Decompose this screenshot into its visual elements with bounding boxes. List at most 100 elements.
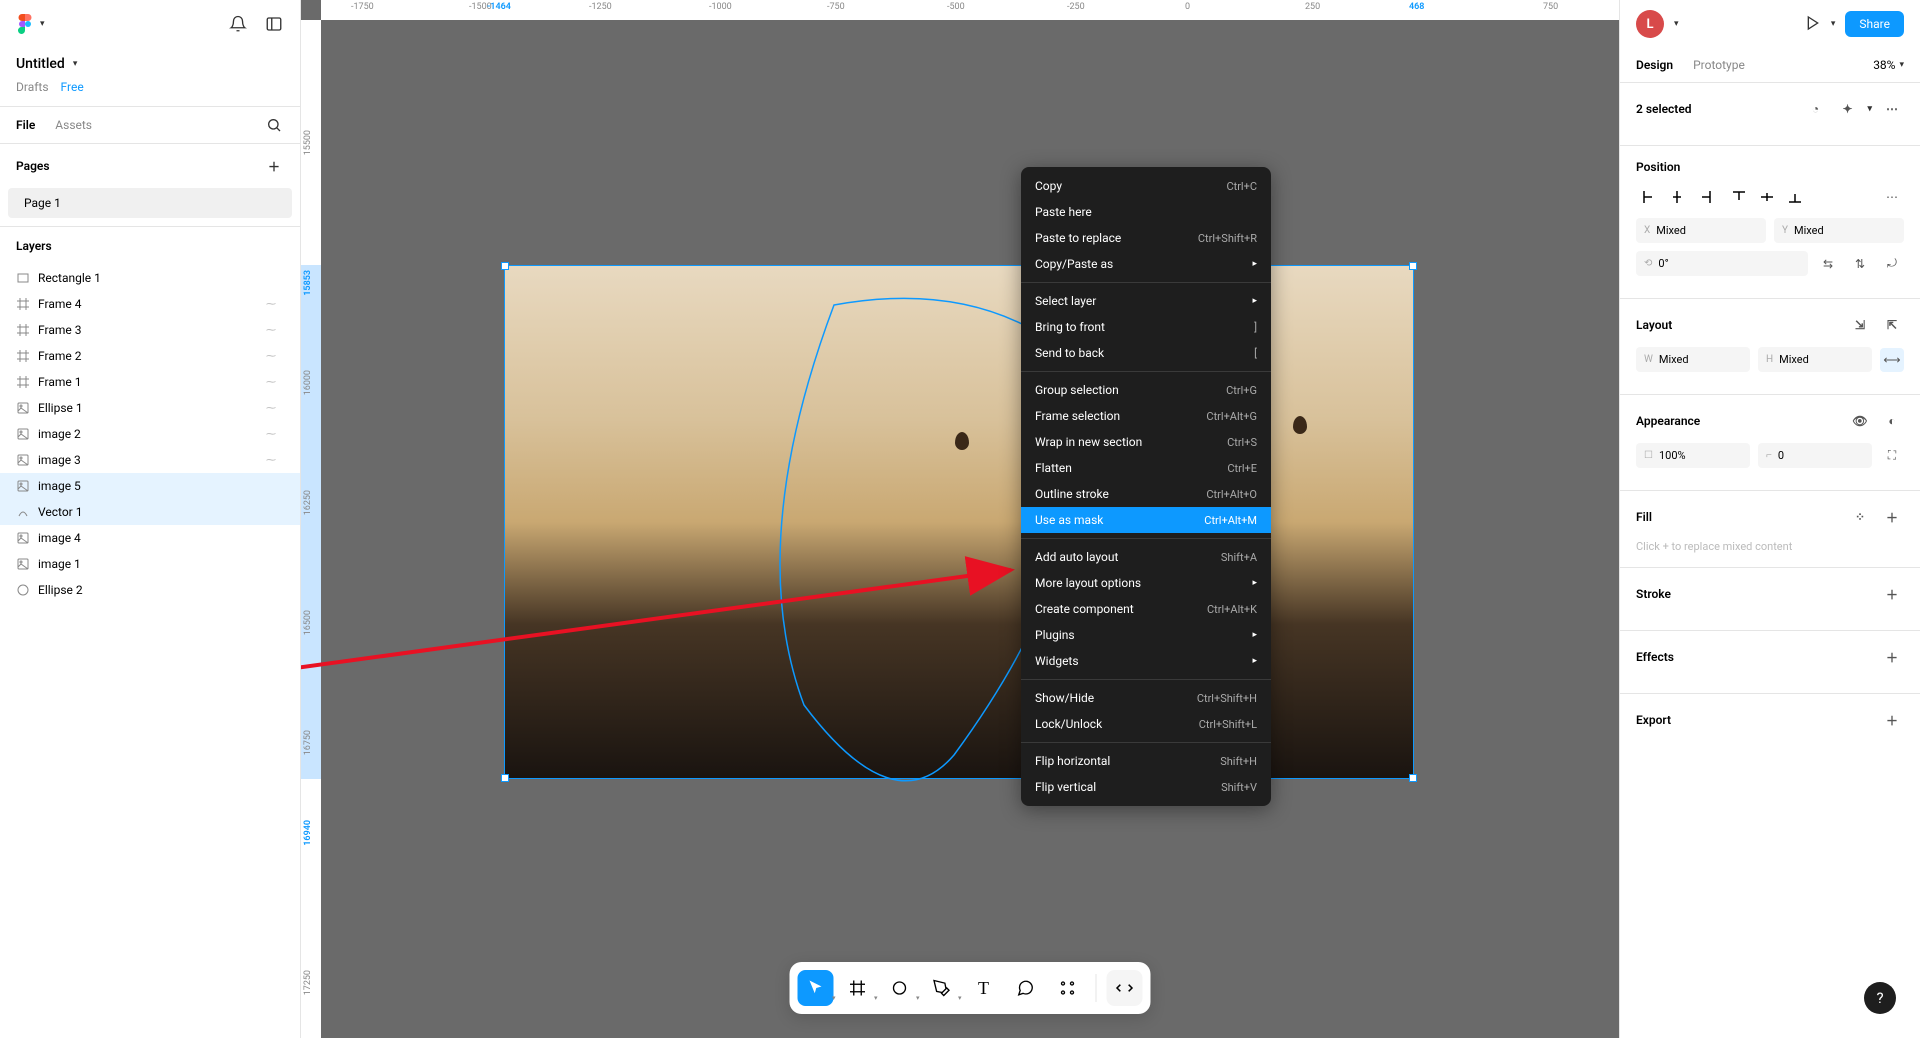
hidden-icon[interactable]: ⁓: [266, 325, 284, 336]
menu-item[interactable]: Lock/UnlockCtrl+Shift+L: [1021, 711, 1271, 737]
selected-image[interactable]: [504, 265, 1414, 779]
align-hcenter-icon[interactable]: [1664, 184, 1690, 210]
layer-item[interactable]: Rectangle 1: [0, 265, 300, 291]
menu-item[interactable]: Add auto layoutShift+A: [1021, 544, 1271, 570]
layer-item[interactable]: image 2 ⁓: [0, 421, 300, 447]
breadcrumb-drafts[interactable]: Drafts: [16, 80, 49, 94]
menu-item[interactable]: Plugins▸: [1021, 622, 1271, 648]
chevron-down-icon[interactable]: ▾: [958, 994, 962, 1002]
chevron-down-icon[interactable]: ▾: [1867, 104, 1872, 114]
flip-h-icon[interactable]: ⇆: [1816, 252, 1840, 276]
rotate-icon[interactable]: ⤾: [1880, 252, 1904, 276]
page-item[interactable]: Page 1: [8, 188, 292, 218]
h-field[interactable]: HMixed: [1758, 347, 1872, 372]
menu-item[interactable]: Wrap in new sectionCtrl+S: [1021, 429, 1271, 455]
rotation-field[interactable]: ⟲0°: [1636, 251, 1808, 276]
panel-toggle-icon[interactable]: [264, 14, 284, 34]
menu-item[interactable]: Show/HideCtrl+Shift+H: [1021, 685, 1271, 711]
component-icon[interactable]: ✦: [1835, 97, 1859, 121]
chevron-down-icon[interactable]: ▾: [1674, 19, 1679, 29]
hidden-icon[interactable]: ⁓: [266, 377, 284, 388]
canvas[interactable]: -1750-1500-1464-1250-1000-750-500-250025…: [301, 0, 1619, 1038]
blend-icon[interactable]: ◐: [1880, 409, 1904, 433]
menu-item[interactable]: Outline strokeCtrl+Alt+O: [1021, 481, 1271, 507]
search-icon[interactable]: [264, 115, 284, 135]
file-title-row[interactable]: Untitled ▾: [0, 48, 300, 80]
chevron-down-icon[interactable]: ▾: [874, 994, 878, 1002]
align-right-icon[interactable]: [1692, 184, 1718, 210]
styles-icon[interactable]: ⁘: [1848, 505, 1872, 529]
tab-design[interactable]: Design: [1636, 48, 1673, 82]
hidden-icon[interactable]: ⁓: [266, 455, 284, 466]
move-tool[interactable]: ▾: [798, 970, 834, 1006]
more-icon[interactable]: ⋯: [1880, 97, 1904, 121]
menu-item[interactable]: Send to back[: [1021, 340, 1271, 366]
hidden-icon[interactable]: ⁓: [266, 403, 284, 414]
menu-item[interactable]: CopyCtrl+C: [1021, 173, 1271, 199]
frame-tool[interactable]: ▾: [840, 970, 876, 1006]
tab-assets[interactable]: Assets: [55, 118, 92, 132]
layer-item[interactable]: image 4: [0, 525, 300, 551]
menu-item[interactable]: Flip horizontalShift+H: [1021, 748, 1271, 774]
menu-item[interactable]: Select layer▸: [1021, 288, 1271, 314]
w-field[interactable]: WMixed: [1636, 347, 1750, 372]
constrain-icon[interactable]: ⟷: [1880, 348, 1904, 372]
menu-item[interactable]: Flip verticalShift+V: [1021, 774, 1271, 800]
menu-item[interactable]: Paste to replaceCtrl+Shift+R: [1021, 225, 1271, 251]
corner-field[interactable]: ⌐0: [1758, 443, 1872, 468]
layer-item[interactable]: Ellipse 2: [0, 577, 300, 603]
shape-tool[interactable]: ▾: [882, 970, 918, 1006]
align-top-icon[interactable]: [1726, 184, 1752, 210]
notifications-icon[interactable]: [228, 14, 248, 34]
independent-corners-icon[interactable]: ⛶: [1880, 444, 1904, 468]
help-button[interactable]: ?: [1864, 982, 1896, 1014]
layer-item[interactable]: Frame 2 ⁓: [0, 343, 300, 369]
align-left-icon[interactable]: [1636, 184, 1662, 210]
add-fill-icon[interactable]: ＋: [1880, 505, 1904, 529]
menu-item[interactable]: Frame selectionCtrl+Alt+G: [1021, 403, 1271, 429]
comment-tool[interactable]: [1008, 970, 1044, 1006]
add-stroke-icon[interactable]: ＋: [1880, 582, 1904, 606]
menu-item[interactable]: More layout options▸: [1021, 570, 1271, 596]
layer-item[interactable]: image 3 ⁓: [0, 447, 300, 473]
flip-v-icon[interactable]: ⇅: [1848, 252, 1872, 276]
layer-item[interactable]: image 1: [0, 551, 300, 577]
tab-prototype[interactable]: Prototype: [1693, 48, 1745, 82]
layer-item[interactable]: Vector 1: [0, 499, 300, 525]
menu-item[interactable]: Create componentCtrl+Alt+K: [1021, 596, 1271, 622]
add-export-icon[interactable]: ＋: [1880, 708, 1904, 732]
context-menu[interactable]: CopyCtrl+CPaste herePaste to replaceCtrl…: [1021, 167, 1271, 806]
tab-file[interactable]: File: [16, 118, 35, 132]
zoom-control[interactable]: 38% ▾: [1873, 58, 1904, 72]
autolayout-v-icon[interactable]: ⇱: [1880, 313, 1904, 337]
text-tool[interactable]: T: [966, 970, 1002, 1006]
autolayout-h-icon[interactable]: ⇲: [1848, 313, 1872, 337]
avatar[interactable]: L: [1636, 10, 1664, 38]
menu-item[interactable]: FlattenCtrl+E: [1021, 455, 1271, 481]
align-vcenter-icon[interactable]: [1754, 184, 1780, 210]
menu-item[interactable]: Widgets▸: [1021, 648, 1271, 674]
actions-tool[interactable]: [1050, 970, 1086, 1006]
menu-item[interactable]: Group selectionCtrl+G: [1021, 377, 1271, 403]
resize-handle[interactable]: [501, 262, 509, 270]
visibility-icon[interactable]: 👁: [1848, 409, 1872, 433]
resize-handle[interactable]: [1409, 774, 1417, 782]
menu-item[interactable]: Use as maskCtrl+Alt+M: [1021, 507, 1271, 533]
layer-item[interactable]: Frame 4 ⁓: [0, 291, 300, 317]
layer-item[interactable]: Frame 1 ⁓: [0, 369, 300, 395]
resize-handle[interactable]: [1409, 262, 1417, 270]
layer-item[interactable]: Ellipse 1 ⁓: [0, 395, 300, 421]
add-page-icon[interactable]: ＋: [264, 156, 284, 176]
opacity-field[interactable]: ☐100%: [1636, 443, 1750, 468]
layer-item[interactable]: image 5: [0, 473, 300, 499]
layer-item[interactable]: Frame 3 ⁓: [0, 317, 300, 343]
chevron-down-icon[interactable]: ▾: [832, 994, 836, 1002]
more-align-icon[interactable]: ⋯: [1880, 185, 1904, 209]
menu-item[interactable]: Copy/Paste as▸: [1021, 251, 1271, 277]
present-icon[interactable]: [1805, 15, 1821, 34]
selection-colors-icon[interactable]: ◔: [1803, 97, 1827, 121]
menu-item[interactable]: Bring to front]: [1021, 314, 1271, 340]
add-effect-icon[interactable]: ＋: [1880, 645, 1904, 669]
chevron-down-icon[interactable]: ▾: [1831, 19, 1836, 29]
hidden-icon[interactable]: ⁓: [266, 351, 284, 362]
